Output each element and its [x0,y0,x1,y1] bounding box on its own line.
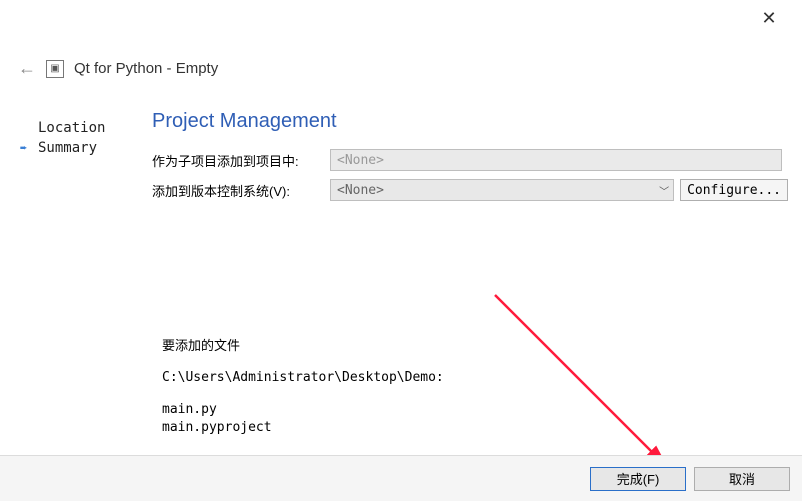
file-entry: main.pyproject [162,419,444,437]
sidebar-item-summary[interactable]: ➨ Summary [20,138,140,158]
close-icon[interactable]: ✕ [754,8,784,29]
files-list: main.py main.pyproject [162,401,444,437]
chevron-down-icon: ﹀ [659,183,669,198]
vcs-label: 添加到版本控制系统(V): [152,181,330,200]
configure-button[interactable]: Configure... [680,179,788,201]
subproject-label: 作为子项目添加到项目中: [152,151,330,170]
subproject-dropdown: <None> [330,149,782,171]
page-title: Project Management [152,110,788,133]
step-marker-active-icon: ➨ [20,141,34,155]
wizard-sidebar: Location ➨ Summary [20,118,140,158]
header: ← ▣ Qt for Python - Empty [18,58,218,79]
vcs-dropdown[interactable]: <None> ﹀ [330,179,674,201]
files-section: 要添加的文件 C:\Users\Administrator\Desktop\De… [162,335,444,437]
cancel-button[interactable]: 取消 [694,467,790,491]
sidebar-label: Location [38,120,105,136]
finish-button[interactable]: 完成(F) [590,467,686,491]
file-entry: main.py [162,401,444,419]
sidebar-item-location[interactable]: Location [20,118,140,138]
sidebar-label: Summary [38,140,97,156]
annotation-arrow-icon [490,290,690,480]
qt-icon: ▣ [46,60,64,78]
files-heading: 要添加的文件 [162,335,444,354]
vcs-value: <None> [337,183,384,198]
back-arrow-icon[interactable]: ← [18,58,36,79]
files-path: C:\Users\Administrator\Desktop\Demo: [162,370,444,385]
vcs-row: 添加到版本控制系统(V): <None> ﹀ Configure... [152,179,788,201]
window-title: Qt for Python - Empty [74,60,218,77]
footer-bar: 完成(F) 取消 [0,455,802,501]
subproject-row: 作为子项目添加到项目中: <None> [152,149,788,171]
main-content: Project Management 作为子项目添加到项目中: <None> 添… [152,110,788,209]
subproject-value: <None> [337,153,384,168]
